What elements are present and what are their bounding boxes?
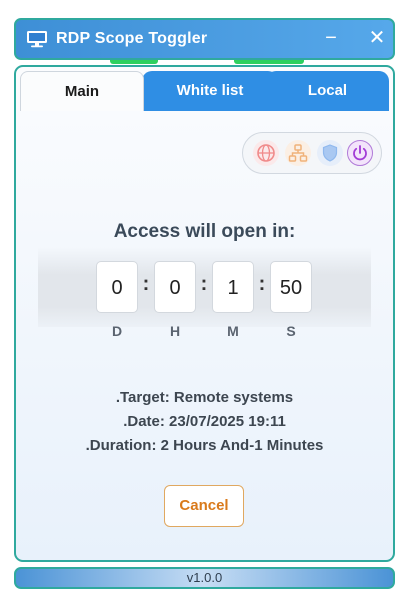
power-icon[interactable]: [347, 140, 373, 166]
indicator-bar-right: [234, 60, 304, 64]
monitor-icon: [26, 30, 48, 48]
tab-white-list[interactable]: White list: [142, 71, 278, 111]
indicator-bar-left: [110, 60, 158, 64]
colon-separator: :: [200, 273, 208, 295]
tab-local[interactable]: Local: [266, 71, 389, 111]
close-button[interactable]: ✕: [366, 26, 388, 50]
tab-bar: Local White list Main: [20, 71, 389, 111]
cancel-button[interactable]: Cancel: [164, 485, 244, 527]
colon-separator: :: [142, 273, 150, 295]
date-text: .Date: 23/07/2025 19:11: [123, 413, 286, 430]
title-bar[interactable]: RDP Scope Toggler − ✕: [14, 18, 395, 60]
minimize-button[interactable]: −: [320, 26, 342, 50]
countdown-heading: Access will open in:: [113, 221, 296, 242]
days-value: 0: [96, 261, 138, 313]
days-label: D: [111, 323, 123, 339]
shield-icon[interactable]: [317, 140, 343, 166]
version-label: v1.0.0: [186, 570, 223, 585]
mode-selector: [242, 132, 382, 174]
seconds-value: 50: [270, 261, 312, 313]
window-title: RDP Scope Toggler: [56, 30, 208, 47]
globe-icon[interactable]: [253, 140, 279, 166]
target-text: .Target: Remote systems: [115, 389, 294, 406]
status-bar: v1.0.0: [14, 567, 395, 589]
duration-text: .Duration: 2 Hours And-1 Minutes: [85, 437, 324, 454]
main-panel: Local White list Main Access will open i…: [14, 65, 395, 562]
hours-value: 0: [154, 261, 196, 313]
seconds-label: S: [286, 323, 296, 339]
minutes-value: 1: [212, 261, 254, 313]
network-icon[interactable]: [285, 140, 311, 166]
hours-label: H: [169, 323, 181, 339]
colon-separator: :: [258, 273, 266, 295]
tab-main[interactable]: Main: [20, 71, 144, 111]
minutes-label: M: [227, 323, 239, 339]
